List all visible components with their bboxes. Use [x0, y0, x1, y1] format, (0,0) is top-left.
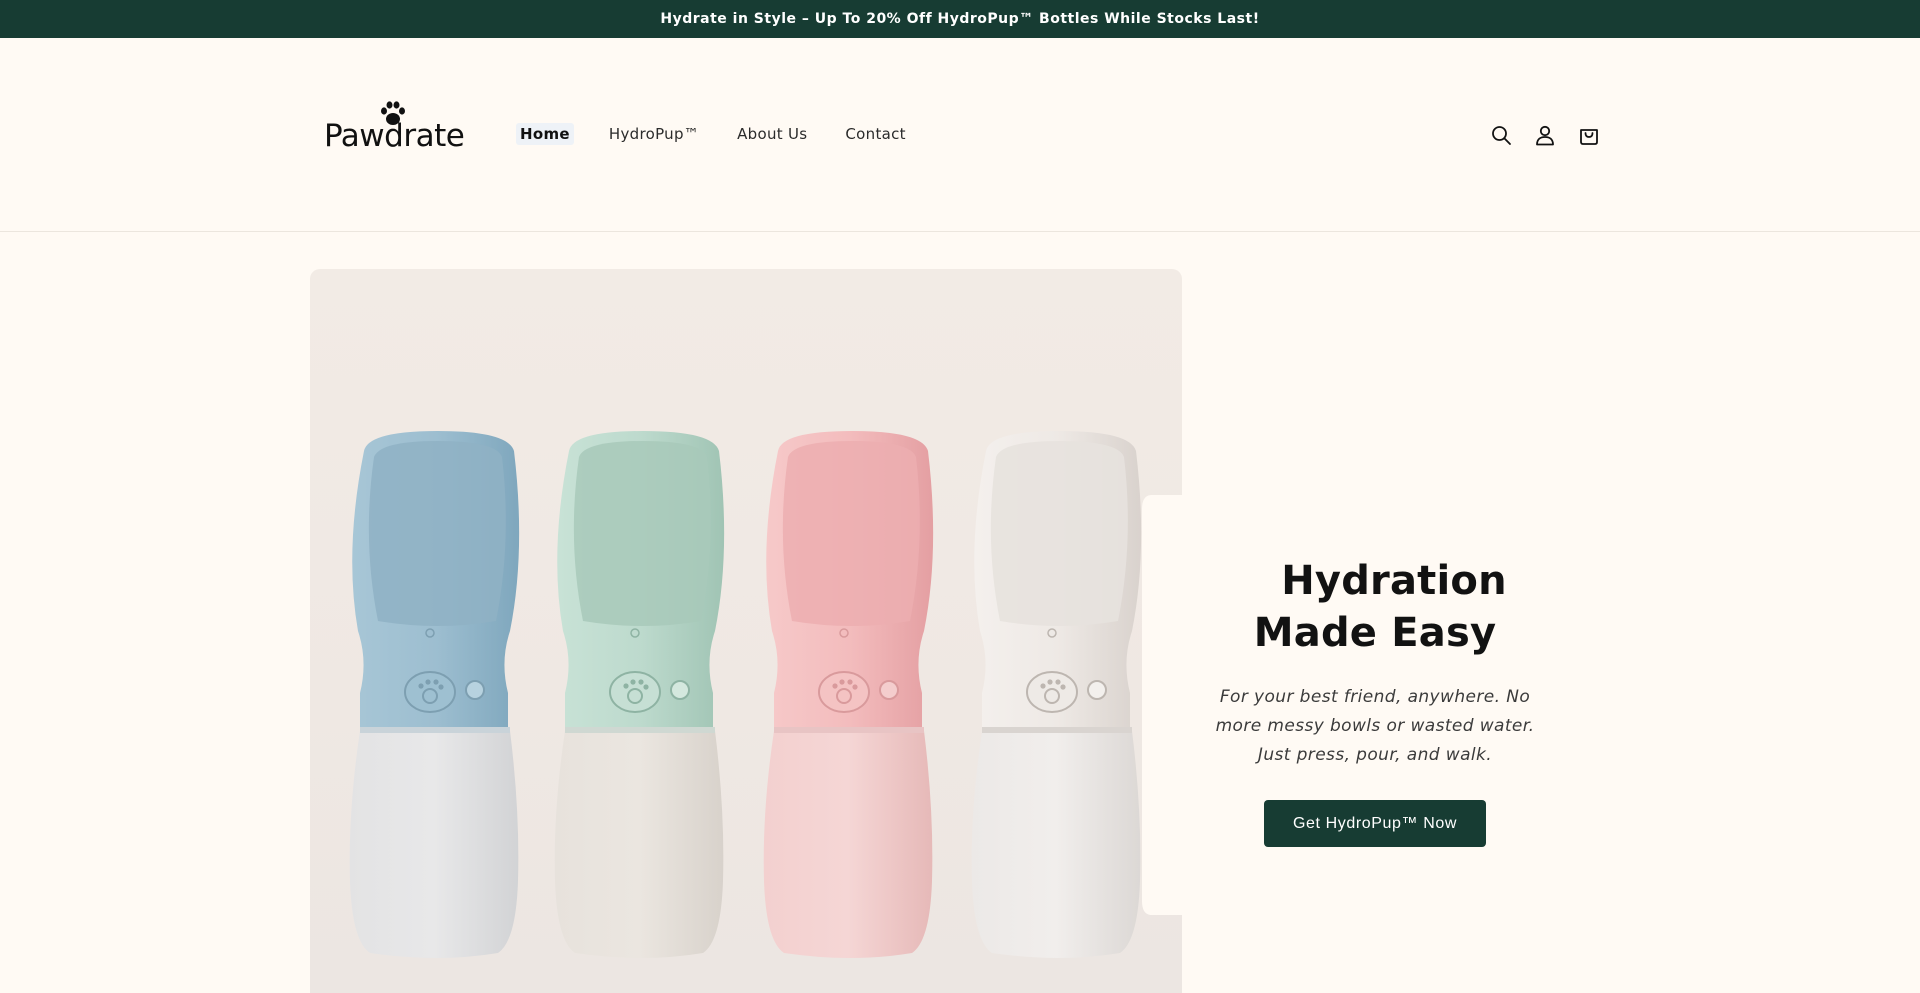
logo-text: Pawdrate [324, 118, 465, 154]
logo[interactable]: Pawdrate [318, 100, 468, 160]
nav-home[interactable]: Home [516, 123, 574, 145]
nav-about-us[interactable]: About Us [734, 122, 810, 146]
cart-icon[interactable] [1576, 122, 1602, 148]
search-icon[interactable] [1488, 122, 1514, 148]
hero-heading: Hydration Made Easy [1200, 555, 1550, 659]
nav-hydropup[interactable]: HydroPup™ [606, 122, 702, 146]
announcement-text: Hydrate in Style – Up To 20% Off HydroPu… [660, 11, 1260, 27]
hero-content: Hydration Made Easy For your best friend… [1200, 555, 1550, 847]
announcement-bar: Hydrate in Style – Up To 20% Off HydroPu… [0, 0, 1920, 38]
hero-heading-line2: Made Easy [1253, 610, 1497, 656]
header-icons [1488, 122, 1602, 148]
hero-heading-line1: Hydration [1281, 558, 1507, 604]
hero-subtext: For your best friend, anywhere. No more … [1215, 687, 1535, 765]
nav-contact[interactable]: Contact [842, 122, 908, 146]
main-nav: Home HydroPup™ About Us Contact [516, 122, 941, 146]
site-header: Pawdrate Home HydroPup™ About Us Contact [0, 38, 1920, 232]
account-icon[interactable] [1532, 122, 1558, 148]
bottles-illustration [349, 431, 1182, 958]
get-hydropup-button[interactable]: Get HydroPup™ Now [1263, 800, 1487, 847]
hero-image [310, 269, 1182, 993]
